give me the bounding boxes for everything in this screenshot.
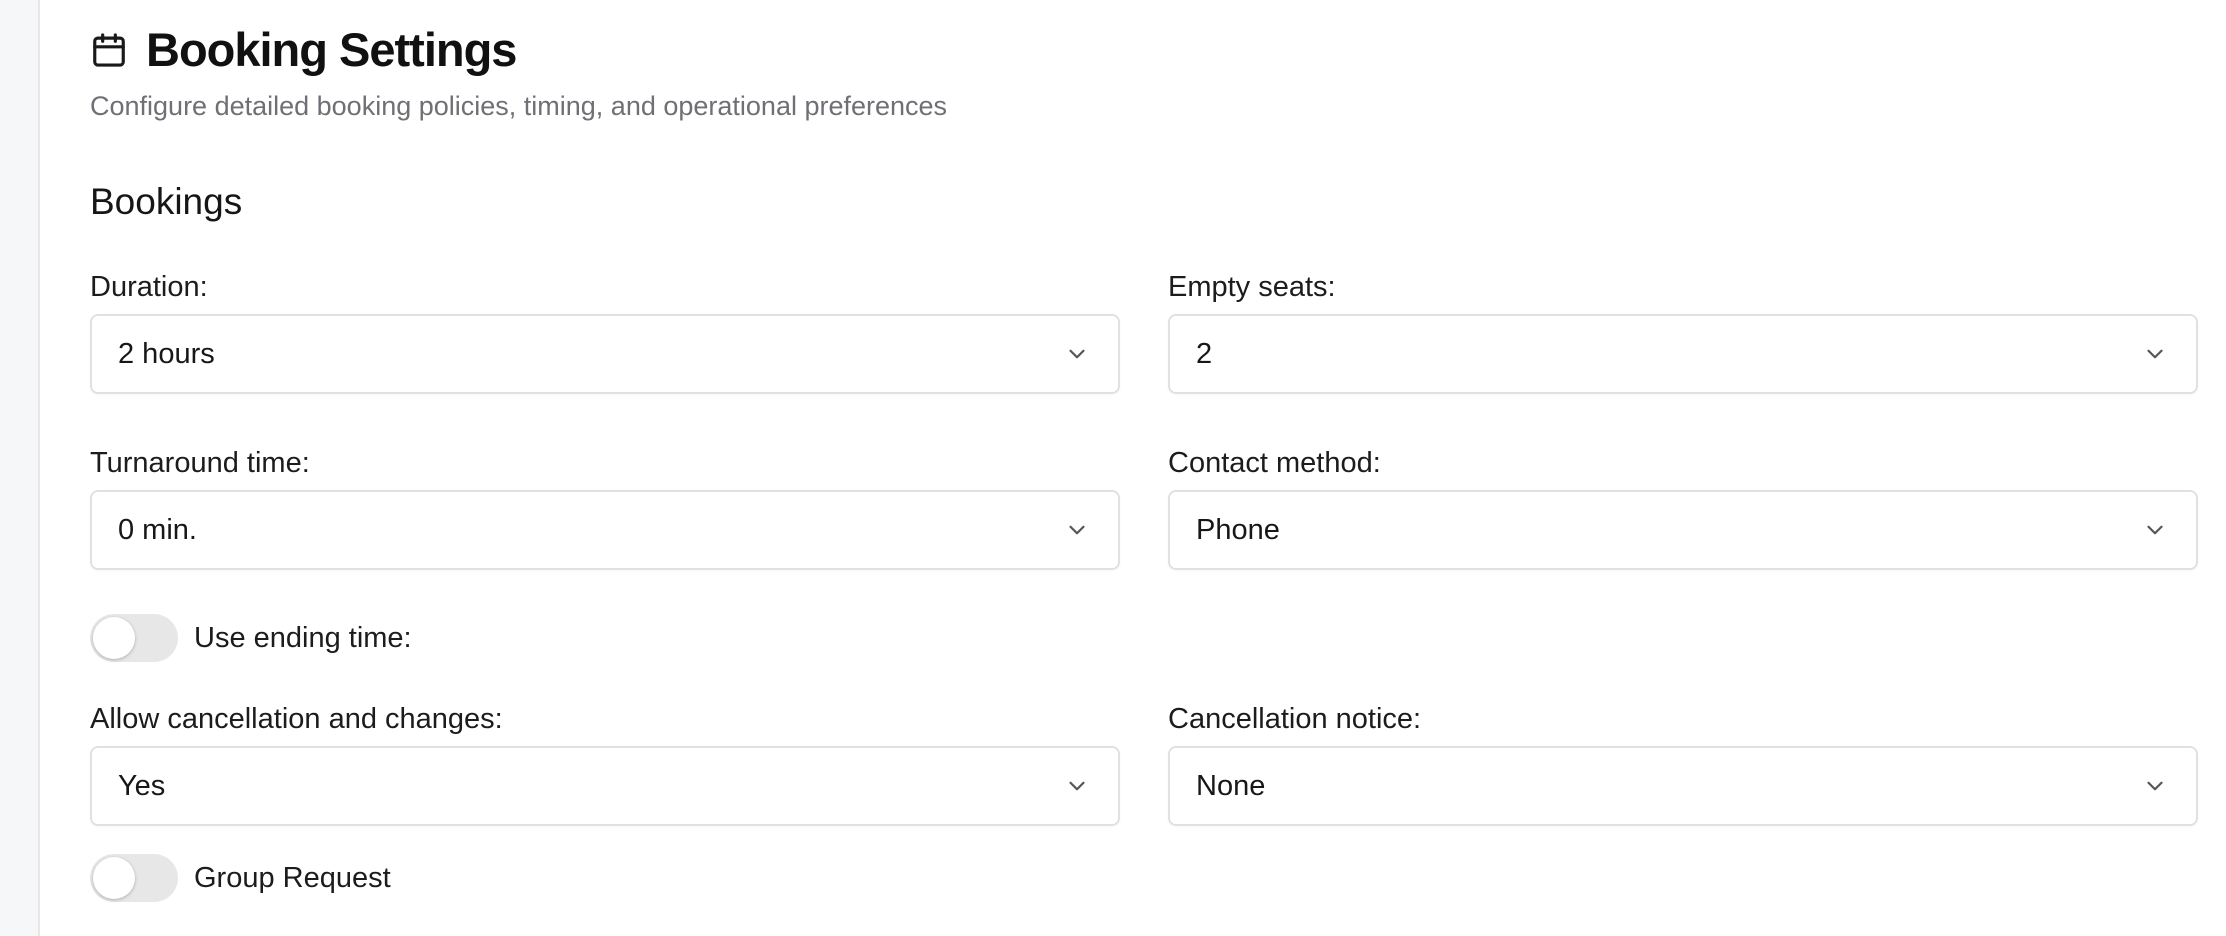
contact-method-select[interactable]: Phone [1168, 490, 2198, 570]
booking-settings-page: Booking Settings Configure detailed book… [0, 0, 2226, 936]
duration-label: Duration: [90, 271, 208, 303]
cancellation-notice-value: None [1196, 769, 1266, 802]
contact-method-value: Phone [1196, 513, 1280, 546]
page-subtitle: Configure detailed booking policies, tim… [90, 91, 948, 121]
empty-seats-select[interactable]: 2 [1168, 314, 2198, 394]
use-ending-time-row: Use ending time: [90, 614, 412, 662]
chevron-down-icon [1064, 341, 1090, 367]
use-ending-time-toggle[interactable] [90, 614, 178, 662]
cancellation-notice-label: Cancellation notice: [1168, 703, 1422, 735]
duration-select[interactable]: 2 hours [90, 314, 1120, 394]
section-heading-bookings: Bookings [90, 181, 243, 222]
turnaround-field: Turnaround time: 0 min. [90, 446, 1120, 570]
chevron-down-icon [2142, 517, 2168, 543]
allow-cancellation-value: Yes [118, 769, 166, 802]
turnaround-value: 0 min. [118, 513, 197, 546]
cancellation-notice-field: Cancellation notice: None [1168, 702, 2198, 826]
toggle-knob [93, 617, 135, 659]
empty-seats-field: Empty seats: 2 [1168, 270, 2198, 394]
page-header: Booking Settings [90, 22, 517, 78]
calendar-icon [90, 31, 128, 69]
allow-cancellation-label: Allow cancellation and changes: [90, 703, 503, 735]
left-sidebar-edge [0, 0, 40, 936]
allow-cancellation-select[interactable]: Yes [90, 746, 1120, 826]
contact-method-field: Contact method: Phone [1168, 446, 2198, 570]
duration-value: 2 hours [118, 337, 215, 370]
use-ending-time-label: Use ending time: [194, 621, 412, 654]
duration-field: Duration: 2 hours [90, 270, 1120, 394]
group-request-toggle[interactable] [90, 854, 178, 902]
turnaround-select[interactable]: 0 min. [90, 490, 1120, 570]
contact-method-label: Contact method: [1168, 447, 1381, 479]
turnaround-label: Turnaround time: [90, 447, 310, 479]
group-request-row: Group Request [90, 854, 391, 902]
chevron-down-icon [2142, 341, 2168, 367]
allow-cancellation-field: Allow cancellation and changes: Yes [90, 702, 1120, 826]
page-title: Booking Settings [146, 23, 517, 76]
group-request-label: Group Request [194, 861, 391, 894]
toggle-knob [93, 857, 135, 899]
chevron-down-icon [1064, 517, 1090, 543]
chevron-down-icon [1064, 773, 1090, 799]
cancellation-notice-select[interactable]: None [1168, 746, 2198, 826]
chevron-down-icon [2142, 773, 2168, 799]
empty-seats-label: Empty seats: [1168, 271, 1336, 303]
empty-seats-value: 2 [1196, 337, 1213, 370]
